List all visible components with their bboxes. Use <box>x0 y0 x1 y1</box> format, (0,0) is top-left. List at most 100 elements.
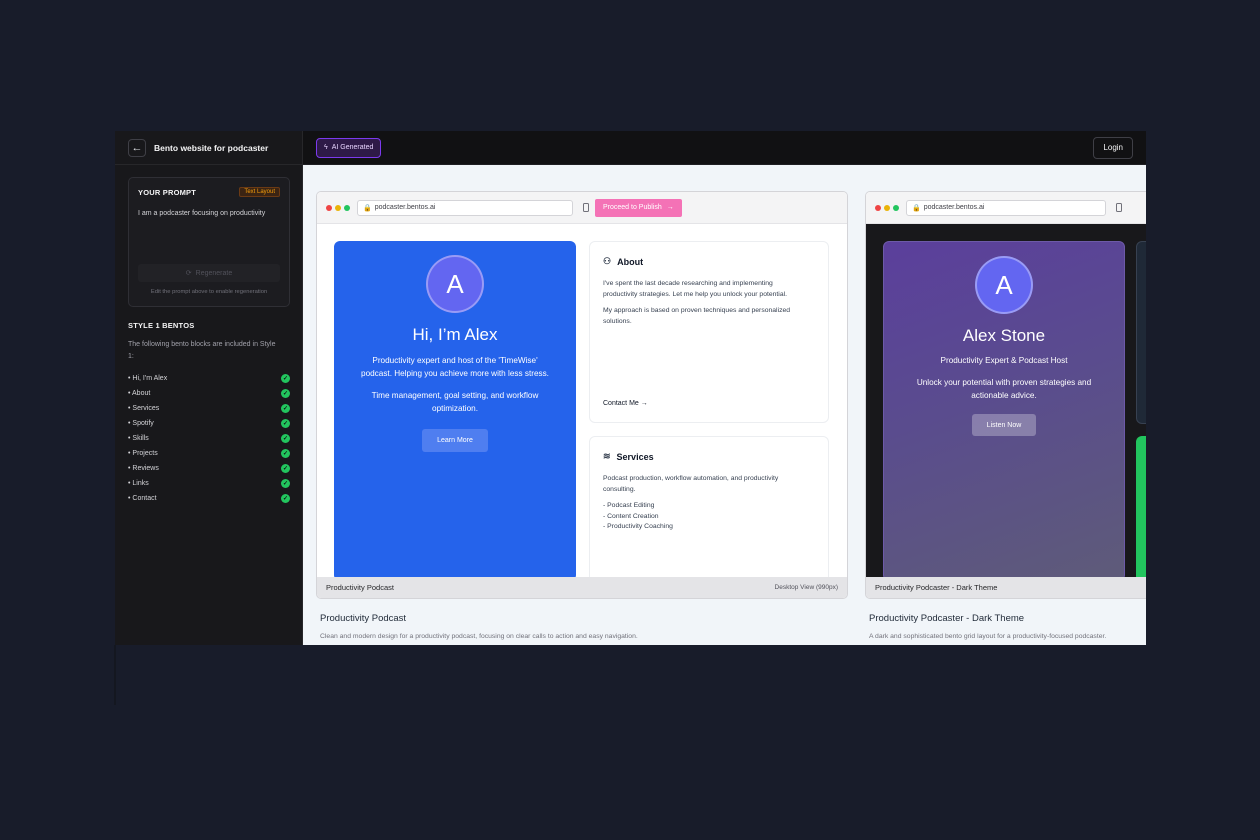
caption-description: A dark and sophisticated bento grid layo… <box>869 633 1107 640</box>
list-item: • Services ✓ <box>128 401 290 416</box>
url-bar[interactable]: 🔒 podcaster.bentos.ai <box>357 199 573 216</box>
app-window: ← Bento website for podcaster YOUR PROMP… <box>115 131 1146 645</box>
prompt-label: YOUR PROMPT <box>138 187 197 197</box>
proceed-to-publish-button[interactable]: Proceed to Publish → <box>595 198 682 217</box>
hero-bio: Productivity expert and host of the 'Tim… <box>361 356 549 378</box>
footer-name: Productivity Podcaster - Dark Theme <box>875 583 998 592</box>
maximize-dot-icon <box>344 204 350 211</box>
list-item: • Contact ✓ <box>128 491 290 506</box>
bento-item-label: • About <box>128 390 151 397</box>
minimize-dot-icon <box>335 204 341 211</box>
list-item: • Hi, I'm Alex ✓ <box>128 371 290 386</box>
services-title: Services <box>616 451 654 462</box>
list-item: • About ✓ <box>128 386 290 401</box>
lock-icon: 🔒 <box>912 204 921 212</box>
caption-title: Productivity Podcaster - Dark Theme <box>869 613 1025 624</box>
publish-label: Proceed to Publish <box>603 204 662 211</box>
about-paragraph: I've spent the last decade researching a… <box>603 280 787 298</box>
regenerate-label: Regenerate <box>195 269 233 277</box>
learn-more-button[interactable]: Learn More <box>422 429 488 452</box>
check-icon: ✓ <box>281 449 290 458</box>
ai-badge-label: AI Generated <box>331 144 374 151</box>
hero-bento: A Hi, I’m Alex Productivity expert and h… <box>334 241 576 581</box>
avatar: A <box>426 255 484 313</box>
spotify-bento <box>1136 436 1146 586</box>
login-button[interactable]: Login <box>1093 136 1133 159</box>
bento-item-label: • Spotify <box>128 420 154 427</box>
bento-item-label: • Hi, I'm Alex <box>128 375 168 382</box>
bento-list: • Hi, I'm Alex ✓ • About ✓ • Services ✓ • S… <box>128 371 290 506</box>
hero-role: Productivity Expert & Podcast Host <box>940 356 1068 365</box>
services-paragraph: Podcast production, workflow automation,… <box>603 475 779 493</box>
card-footer: Productivity Podcaster - Dark Theme <box>866 577 1146 598</box>
preview-canvas[interactable]: 🔒 podcaster.bentos.ai Proceed to Publish… <box>303 165 1146 645</box>
bento-item-label: • Contact <box>128 495 157 502</box>
check-icon: ✓ <box>281 404 290 413</box>
footer-name: Productivity Podcast <box>326 583 394 592</box>
prompt-panel: YOUR PROMPT Text Layout I am a podcaster… <box>128 177 290 307</box>
contact-me-link[interactable]: Contact Me → <box>603 400 648 407</box>
preview-card-dark[interactable]: 🔒 podcaster.bentos.ai A Alex Stone Produ… <box>865 191 1146 599</box>
bento-item-label: • Projects <box>128 450 158 457</box>
ai-generated-badge: ϟ AI Generated <box>316 137 382 158</box>
card-footer: Productivity Podcast Desktop View (990px… <box>317 577 847 598</box>
check-icon: ✓ <box>281 389 290 398</box>
about-paragraph: My approach is based on proven technique… <box>603 307 791 325</box>
site-preview-light: A Hi, I’m Alex Productivity expert and h… <box>317 224 847 586</box>
listen-now-button[interactable]: Listen Now <box>972 414 1036 436</box>
user-icon: ⚇ <box>603 256 612 266</box>
url-text: podcaster.bentos.ai <box>923 204 985 211</box>
close-dot-icon <box>875 204 881 211</box>
mobile-device-icon[interactable] <box>1116 203 1122 212</box>
lock-icon: 🔒 <box>363 204 372 212</box>
backdrop-edge <box>114 645 116 705</box>
view-size-label: Desktop View (990px) <box>774 584 838 591</box>
topbar: ϟ AI Generated Login <box>303 131 1146 165</box>
about-title: About <box>617 256 644 267</box>
sidebar-header: ← Bento website for podcaster <box>115 131 302 165</box>
bento-item-label: • Skills <box>128 435 149 442</box>
arrow-right-icon: → <box>666 204 674 211</box>
check-icon: ✓ <box>281 464 290 473</box>
bento-item-label: • Services <box>128 405 160 412</box>
hero-description: Unlock your potential with proven strate… <box>916 378 1092 400</box>
sidebar: ← Bento website for podcaster YOUR PROMP… <box>115 131 303 645</box>
hero-heading: Hi, I’m Alex <box>412 325 498 344</box>
caption-description: Clean and modern design for a productivi… <box>320 633 638 640</box>
hero-heading: Alex Stone <box>962 326 1046 345</box>
mobile-device-icon[interactable] <box>583 203 589 212</box>
hero-subtext: Time management, goal setting, and workf… <box>371 391 539 413</box>
site-preview-dark: A Alex Stone Productivity Expert & Podca… <box>866 224 1146 586</box>
style-description: The following bento blocks are included … <box>128 341 276 360</box>
refresh-icon: ⟳ <box>185 270 192 277</box>
minimize-dot-icon <box>884 204 890 211</box>
regenerate-button[interactable]: ⟳ Regenerate <box>138 264 280 282</box>
preview-card-light[interactable]: 🔒 podcaster.bentos.ai Proceed to Publish… <box>316 191 848 599</box>
list-item: • Reviews ✓ <box>128 461 290 476</box>
project-title: Bento website for podcaster <box>154 142 269 153</box>
service-item: - Podcast Editing <box>603 502 655 509</box>
url-bar[interactable]: 🔒 podcaster.bentos.ai <box>906 199 1106 216</box>
maximize-dot-icon <box>893 204 899 211</box>
caption-title: Productivity Podcast <box>320 613 407 624</box>
avatar: A <box>975 256 1033 314</box>
back-button[interactable]: ← <box>128 138 146 157</box>
services-list: - Podcast Editing - Content Creation - P… <box>603 501 793 533</box>
service-item: - Productivity Coaching <box>603 523 673 530</box>
service-item: - Content Creation <box>603 512 659 520</box>
prompt-input[interactable]: I am a podcaster focusing on productivit… <box>138 210 265 217</box>
bento-item-label: • Links <box>128 480 149 487</box>
lightning-icon: ϟ <box>324 144 328 151</box>
list-item: • Spotify ✓ <box>128 416 290 431</box>
close-dot-icon <box>326 204 332 211</box>
check-icon: ✓ <box>281 419 290 428</box>
browser-chrome: 🔒 podcaster.bentos.ai <box>866 192 1146 224</box>
check-icon: ✓ <box>281 494 290 503</box>
layers-icon: ≋ <box>603 451 611 461</box>
url-text: podcaster.bentos.ai <box>374 204 436 211</box>
side-bento <box>1136 241 1146 424</box>
regenerate-hint: Edit the prompt above to enable regenera… <box>150 289 268 295</box>
bento-item-label: • Reviews <box>128 465 159 472</box>
hero-bento: A Alex Stone Productivity Expert & Podca… <box>883 241 1125 581</box>
check-icon: ✓ <box>281 434 290 443</box>
